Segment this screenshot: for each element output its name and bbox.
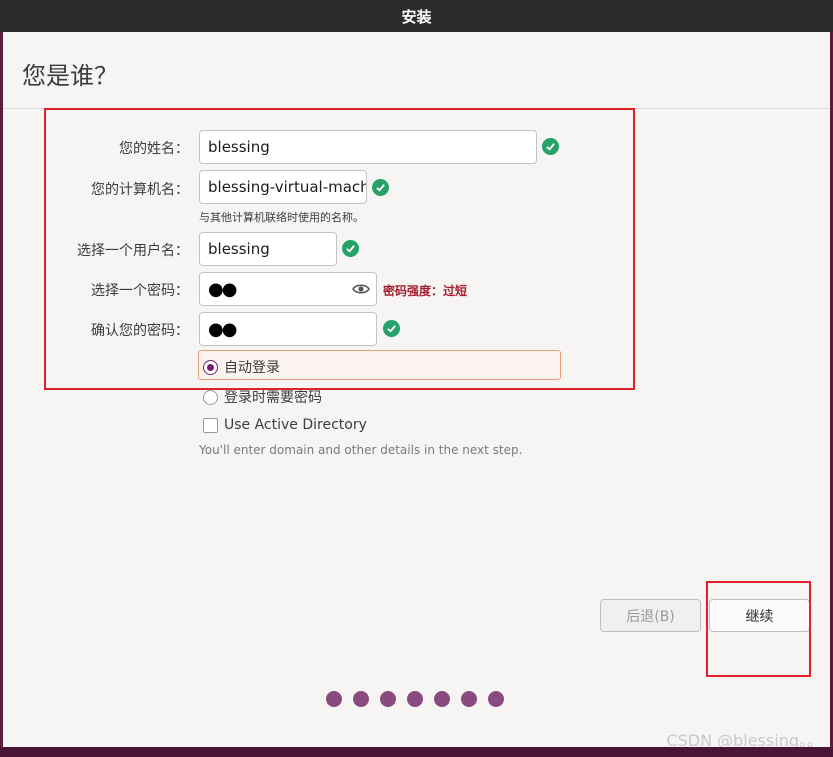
step-progress-indicator bbox=[326, 691, 504, 707]
progress-dot bbox=[434, 691, 450, 707]
installer-window: 您是谁？ 您的姓名： blessing 您的计算机名： blessing-vir… bbox=[3, 32, 830, 747]
password-field[interactable]: ●● bbox=[199, 272, 377, 306]
confirm-password-valid-check-icon bbox=[383, 320, 400, 337]
computer-name-valid-check-icon bbox=[372, 179, 389, 196]
progress-dot bbox=[407, 691, 423, 707]
name-field-value: blessing bbox=[208, 138, 270, 156]
page-title: 您是谁？ bbox=[22, 62, 118, 90]
radio-require-password[interactable]: 登录时需要密码 bbox=[203, 387, 322, 407]
confirm-password-label: 确认您的密码： bbox=[91, 323, 189, 339]
active-directory-note: You'll enter domain and other details in… bbox=[199, 443, 523, 457]
checkbox-icon[interactable] bbox=[203, 417, 218, 433]
active-directory-label: Use Active Directory bbox=[224, 417, 367, 433]
name-label: 您的姓名： bbox=[119, 141, 189, 157]
password-strength-text: 密码强度：过短 bbox=[383, 284, 468, 298]
radio-require-password-label: 登录时需要密码 bbox=[224, 390, 322, 406]
progress-dot bbox=[461, 691, 477, 707]
name-field[interactable]: blessing bbox=[199, 130, 537, 164]
computer-name-label: 您的计算机名： bbox=[91, 182, 189, 198]
confirm-password-field[interactable]: ●● bbox=[199, 312, 377, 346]
username-field-value: blessing bbox=[208, 240, 270, 258]
name-valid-check-icon bbox=[542, 138, 559, 155]
computer-name-hint: 与其他计算机联络时使用的名称。 bbox=[199, 211, 364, 224]
progress-dot bbox=[380, 691, 396, 707]
progress-dot bbox=[326, 691, 342, 707]
computer-name-field-value: blessing-virtual-machine bbox=[208, 178, 367, 196]
confirm-password-field-value: ●● bbox=[208, 318, 237, 340]
password-label: 选择一个密码： bbox=[91, 283, 189, 299]
username-field[interactable]: blessing bbox=[199, 232, 337, 266]
progress-dot bbox=[353, 691, 369, 707]
username-label: 选择一个用户名： bbox=[77, 243, 189, 259]
progress-dot bbox=[488, 691, 504, 707]
password-field-value: ●● bbox=[208, 278, 237, 300]
continue-button[interactable]: 继续 bbox=[709, 599, 810, 632]
window-titlebar: 安装 bbox=[0, 0, 833, 32]
radio-autologin[interactable]: 自动登录 bbox=[203, 357, 280, 377]
radio-unselected-icon[interactable] bbox=[203, 389, 218, 405]
title-divider bbox=[3, 108, 830, 109]
username-valid-check-icon bbox=[342, 240, 359, 257]
eye-icon[interactable] bbox=[352, 282, 370, 296]
radio-selected-icon[interactable] bbox=[203, 359, 218, 375]
desktop-bottom-edge bbox=[0, 747, 833, 757]
window-title: 安装 bbox=[401, 7, 432, 26]
computer-name-field[interactable]: blessing-virtual-machine bbox=[199, 170, 367, 204]
back-button[interactable]: 后退(B) bbox=[600, 599, 701, 632]
active-directory-checkbox[interactable]: Use Active Directory bbox=[203, 417, 367, 433]
radio-autologin-label: 自动登录 bbox=[224, 360, 280, 376]
